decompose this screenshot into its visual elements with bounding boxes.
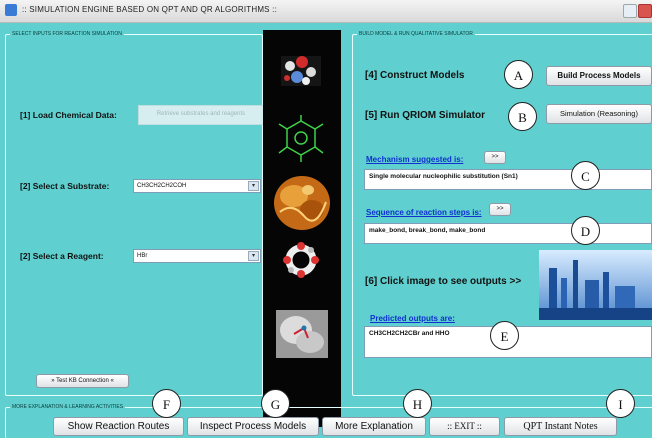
ring-molecule-image[interactable]: [275, 235, 327, 285]
activities-group-title: MORE EXPLANATION & LEARNING ACTIVITIES: [10, 404, 126, 410]
callout-b: B: [508, 102, 537, 131]
show-reaction-routes-button[interactable]: Show Reaction Routes: [53, 417, 184, 436]
simulation-reasoning-button[interactable]: Simulation (Reasoning): [546, 104, 652, 124]
sequence-label: Sequence of reaction steps is:: [366, 208, 482, 217]
run-simulator-label: [5] Run QRIOM Simulator: [365, 110, 485, 121]
retrieve-data-button[interactable]: Retrieve substrates and reagents: [138, 105, 264, 125]
outputs-label: [6] Click image to see outputs >>: [365, 276, 522, 287]
reagent-value: HBr: [137, 253, 148, 259]
build-process-models-button[interactable]: Build Process Models: [546, 66, 652, 86]
substrate-select[interactable]: CH3CH2CH2COH ▾: [133, 179, 261, 193]
sequence-output: make_bond, break_bond, make_bond: [364, 223, 652, 244]
mechanism-detail-button[interactable]: >>: [484, 151, 506, 164]
chevron-down-icon[interactable]: ▾: [248, 251, 259, 261]
test-kb-button[interactable]: » Test KB Connection «: [36, 374, 129, 388]
qpt-instant-notes-button[interactable]: QPT Instant Notes: [504, 417, 617, 436]
callout-g: G: [261, 389, 290, 418]
reagent-label: [2] Select a Reagent:: [20, 251, 104, 261]
callout-i: I: [606, 389, 635, 418]
callout-d: D: [571, 216, 600, 245]
sequence-detail-button[interactable]: >>: [489, 203, 511, 216]
input-group: SELECT INPUTS FOR REACTION SIMULATION: [5, 31, 263, 396]
protein-surface-image[interactable]: [270, 172, 334, 234]
input-group-title: SELECT INPUTS FOR REACTION SIMULATION: [10, 31, 124, 37]
predicted-outputs-label: Predicted outputs are:: [370, 314, 455, 323]
construct-models-label: [4] Construct Models: [365, 70, 465, 81]
close-icon[interactable]: [638, 4, 652, 18]
model-group-title: BUILD MODEL & RUN QUALITATIVE SIMULATOR: [357, 31, 475, 37]
mechanism-label: Mechanism suggested is:: [366, 155, 464, 164]
molecular-surface-image[interactable]: [274, 308, 330, 360]
app-icon: [5, 4, 17, 16]
reagent-select[interactable]: HBr ▾: [133, 249, 261, 263]
more-explanation-button[interactable]: More Explanation: [322, 417, 426, 436]
exit-button[interactable]: :: EXIT ::: [429, 417, 500, 436]
molecule-image-1[interactable]: [275, 48, 327, 94]
molecule-image-2[interactable]: [277, 115, 325, 163]
molecule-image-strip: [263, 30, 341, 427]
window-title: :: SIMULATION ENGINE BASED ON QPT AND QR…: [22, 5, 277, 14]
title-bar: :: SIMULATION ENGINE BASED ON QPT AND QR…: [0, 0, 652, 23]
callout-e: E: [490, 321, 519, 350]
load-data-label: [1] Load Chemical Data:: [20, 110, 117, 120]
mechanism-output: Single molecular nucleophilic substituti…: [364, 169, 652, 190]
minimize-icon[interactable]: [623, 4, 637, 18]
substrate-label: [2] Select a Substrate:: [20, 181, 110, 191]
callout-c: C: [571, 161, 600, 190]
callout-a: A: [504, 60, 533, 89]
callout-h: H: [403, 389, 432, 418]
substrate-value: CH3CH2CH2COH: [137, 183, 187, 189]
inspect-process-models-button[interactable]: Inspect Process Models: [187, 417, 319, 436]
industrial-plant-image[interactable]: [539, 250, 652, 320]
callout-f: F: [152, 389, 181, 418]
chevron-down-icon[interactable]: ▾: [248, 181, 259, 191]
